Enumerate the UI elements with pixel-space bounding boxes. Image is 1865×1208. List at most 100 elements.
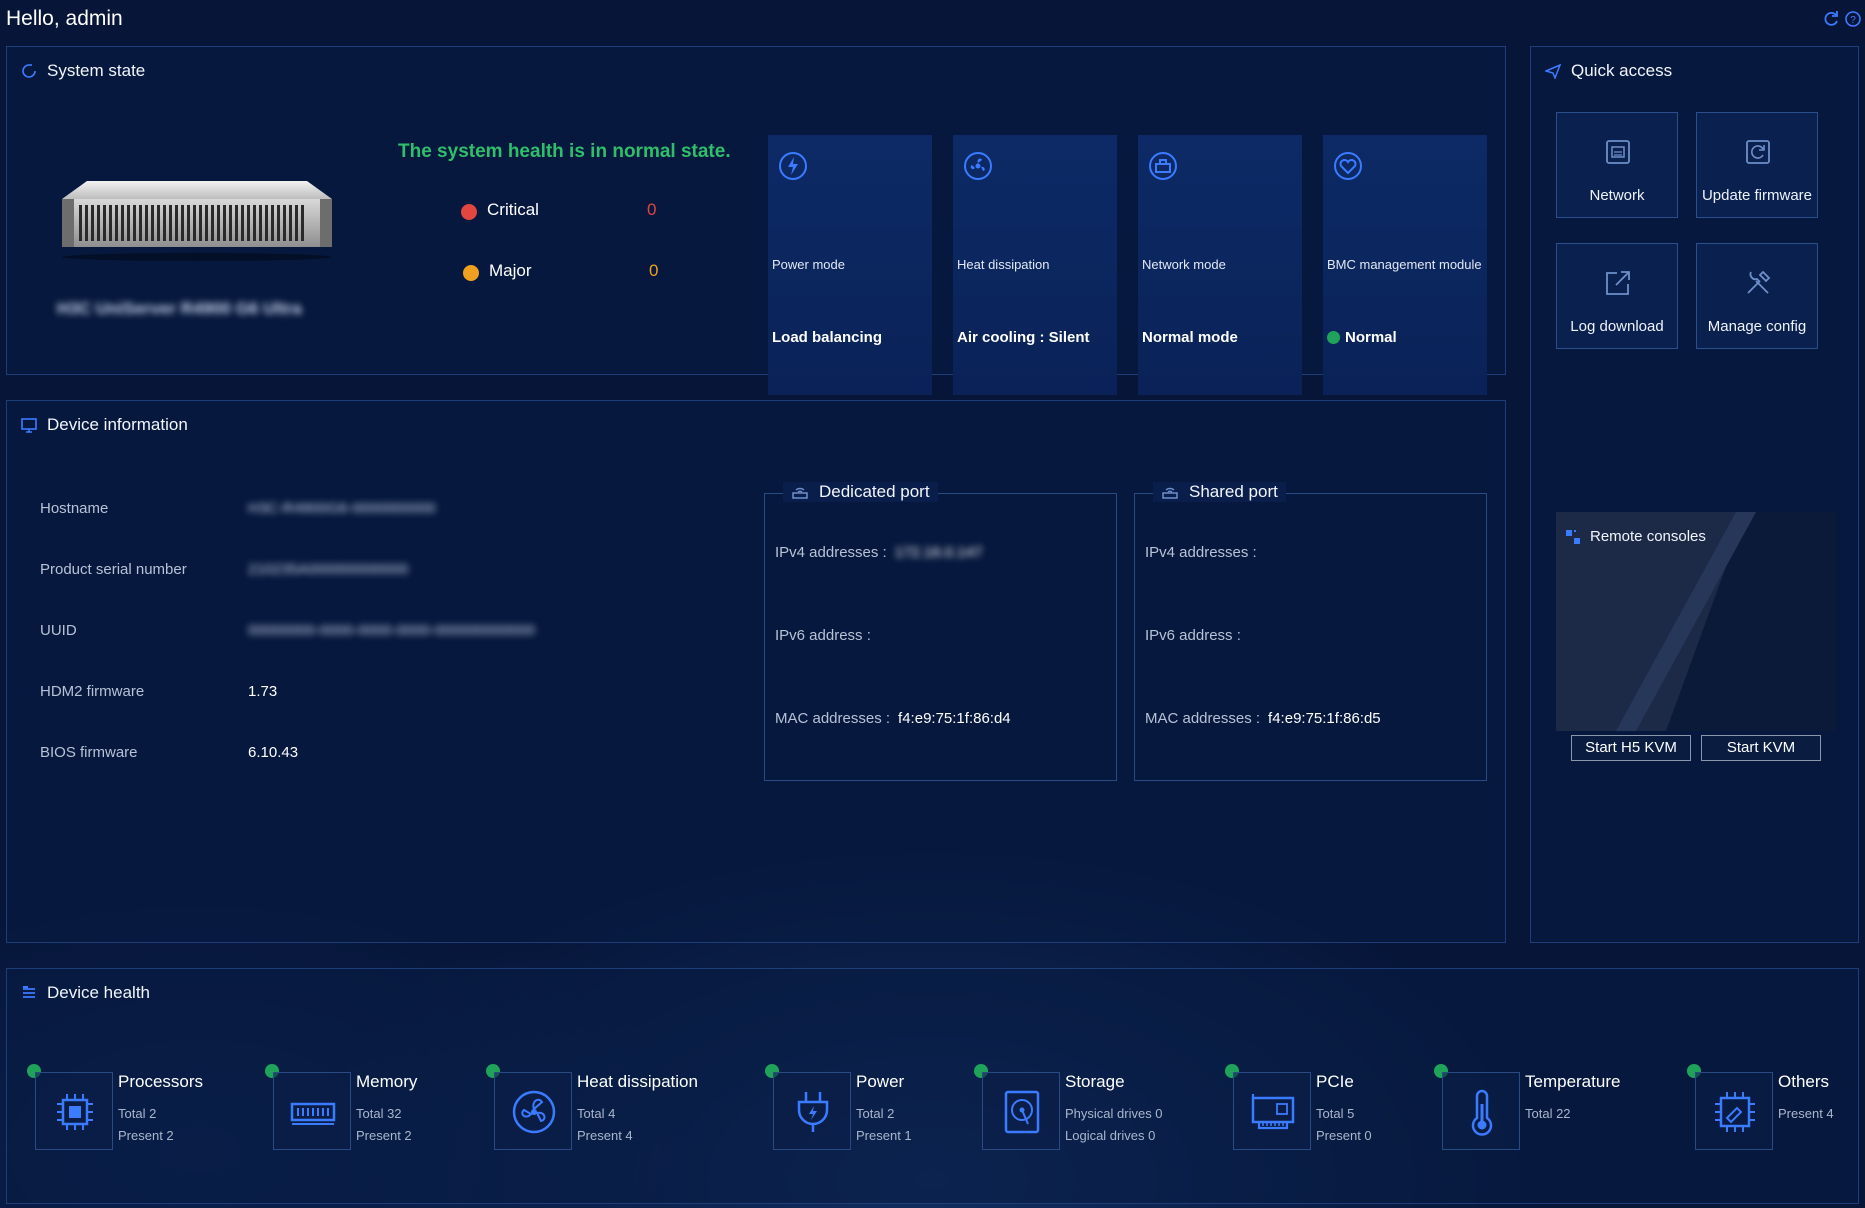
tile-network-mode[interactable]: Network mode Normal mode (1138, 135, 1302, 395)
storage-name: Storage (1065, 1072, 1125, 1091)
power-name: Power (856, 1072, 905, 1091)
bmc-module-label: BMC management module (1327, 257, 1482, 272)
major-alarm-icon (463, 265, 479, 281)
log-download-icon (1606, 271, 1630, 295)
network-mode-icon (1149, 152, 1177, 180)
hdm2-firmware-label: HDM2 firmware (40, 683, 145, 700)
tile-bmc-module[interactable]: BMC management module Normal (1323, 135, 1487, 395)
critical-alarm-icon (461, 204, 477, 220)
update-firmware-label: Update firmware (1701, 187, 1813, 204)
remote-console-icon (1566, 529, 1580, 544)
health-message: The system health is in normal state. (398, 141, 731, 162)
temperature-name: Temperature (1525, 1072, 1621, 1091)
storage-line1: Physical drives 0 (1065, 1106, 1163, 1121)
remote-consoles-title: Remote consoles (1590, 528, 1706, 545)
dedicated-mac-label: MAC addresses : (775, 710, 891, 727)
remote-consoles-card: Remote consoles (1556, 512, 1836, 731)
svg-text:?: ? (1850, 15, 1856, 26)
shared-ipv4-row: IPv4 addresses : (1145, 544, 1257, 561)
others-name: Others (1778, 1072, 1830, 1091)
power-mode-icon (779, 152, 807, 180)
hostname-label: Hostname (40, 500, 109, 517)
network-label: Network (1589, 187, 1645, 204)
device-info-title-wrap: Device information (21, 415, 188, 435)
start-kvm-button[interactable]: Start KVM (1701, 735, 1821, 761)
shared-ipv6-label: IPv6 address : (1145, 627, 1241, 644)
quick-access-title-wrap: Quick access (1545, 61, 1672, 81)
major-alarm-count: 0 (649, 261, 659, 280)
memory-line1: Total 32 (356, 1106, 402, 1121)
dedicated-ipv4-value: 172.16.0.147 (894, 544, 983, 561)
help-icon[interactable]: ? (1844, 10, 1862, 28)
dedicated-ipv4-label: IPv4 addresses : (775, 544, 887, 561)
greeting: Hello, admin (6, 7, 123, 30)
quick-access-panel: Quick access Network Update firmware Log… (1530, 46, 1859, 943)
heat-dissipation-name: Heat dissipation (577, 1072, 698, 1091)
quick-access-title: Quick access (1571, 61, 1673, 80)
memory-icon-box (273, 1072, 351, 1150)
server-image (57, 173, 337, 263)
bmc-module-status: Normal (1345, 329, 1397, 346)
system-state-title: System state (47, 61, 146, 80)
power-mode-value: Load balancing (772, 329, 883, 346)
pcie-icon-box (1233, 1072, 1311, 1150)
serial-number-value: 210235A000000000000 (248, 561, 409, 578)
router-icon (1162, 487, 1178, 499)
dedicated-port-title-wrap: Dedicated port (783, 482, 938, 502)
bmc-module-value: Normal (1327, 329, 1397, 346)
critical-alarm-label: Critical (487, 200, 539, 219)
start-h5-kvm-button[interactable]: Start H5 KVM (1571, 735, 1691, 761)
dedicated-ipv6-row: IPv6 address : (775, 627, 871, 644)
quick-access-log-download[interactable]: Log download (1556, 243, 1678, 349)
shared-port-title: Shared port (1189, 482, 1278, 501)
bios-firmware-label: BIOS firmware (40, 744, 138, 761)
shared-mac-value: f4:e9:75:1f:86:d5 (1268, 710, 1381, 727)
processors-name: Processors (118, 1072, 204, 1091)
network-mode-label: Network mode (1142, 257, 1226, 272)
serial-number-label: Product serial number (40, 561, 187, 578)
tile-power-mode[interactable]: Power mode Load balancing (768, 135, 932, 395)
hostname-value: H3C-R4900G6-0000000000 (248, 500, 436, 517)
bios-firmware-value: 6.10.43 (248, 744, 299, 761)
pcie-line2: Present 0 (1316, 1128, 1372, 1143)
power-line2: Present 1 (856, 1128, 912, 1143)
quick-access-update-firmware[interactable]: Update firmware (1696, 112, 1818, 218)
major-alarm[interactable]: Major 0 (463, 261, 683, 285)
quick-access-manage-config[interactable]: Manage config (1696, 243, 1818, 349)
log-download-label: Log download (1570, 318, 1664, 335)
memory-icon (290, 1102, 336, 1125)
dedicated-mac-row: MAC addresses : f4:e9:75:1f:86:d4 (775, 710, 1011, 727)
storage-icon-box (982, 1072, 1060, 1150)
others-icon-box (1695, 1072, 1773, 1150)
tile-heat-dissipation[interactable]: Heat dissipation Air cooling : Silent (953, 135, 1117, 395)
network-icon (1606, 140, 1630, 164)
processors-line1: Total 2 (118, 1106, 157, 1121)
remote-consoles-title-wrap: Remote consoles (1566, 528, 1706, 545)
heat-dissipation-value: Air cooling : Silent (957, 329, 1090, 346)
storage-line2: Logical drives 0 (1065, 1128, 1156, 1143)
heat-dissipation-line1: Total 4 (577, 1106, 616, 1121)
dedicated-mac-value: f4:e9:75:1f:86:d4 (898, 710, 1011, 727)
fan-icon (512, 1090, 556, 1134)
heat-dissipation-line2: Present 4 (577, 1128, 633, 1143)
update-firmware-icon (1746, 140, 1770, 164)
manage-config-label: Manage config (1707, 318, 1807, 335)
power-mode-label: Power mode (772, 257, 845, 272)
shared-ipv6-row: IPv6 address : (1145, 627, 1241, 644)
bmc-module-icon (1334, 152, 1362, 180)
dedicated-port-box: Dedicated port IPv4 addresses : 172.16.0.… (764, 482, 1117, 781)
storage-icon (1004, 1090, 1040, 1134)
refresh-icon[interactable] (1822, 10, 1840, 28)
shared-ipv4-label: IPv4 addresses : (1145, 544, 1257, 561)
server-model-name: H3C UniServer R4900 G6 Ultra (57, 299, 302, 318)
critical-alarm[interactable]: Critical 0 (461, 200, 681, 224)
router-icon (792, 487, 808, 499)
dedicated-ipv6-label: IPv6 address : (775, 627, 871, 644)
thermometer-icon-box (1442, 1072, 1520, 1150)
processor-icon-box (35, 1072, 113, 1150)
list-icon (23, 986, 35, 998)
quick-access-network[interactable]: Network (1556, 112, 1678, 218)
pcie-icon (1251, 1094, 1295, 1130)
network-mode-value: Normal mode (1142, 329, 1238, 346)
shared-mac-label: MAC addresses : (1145, 710, 1261, 727)
